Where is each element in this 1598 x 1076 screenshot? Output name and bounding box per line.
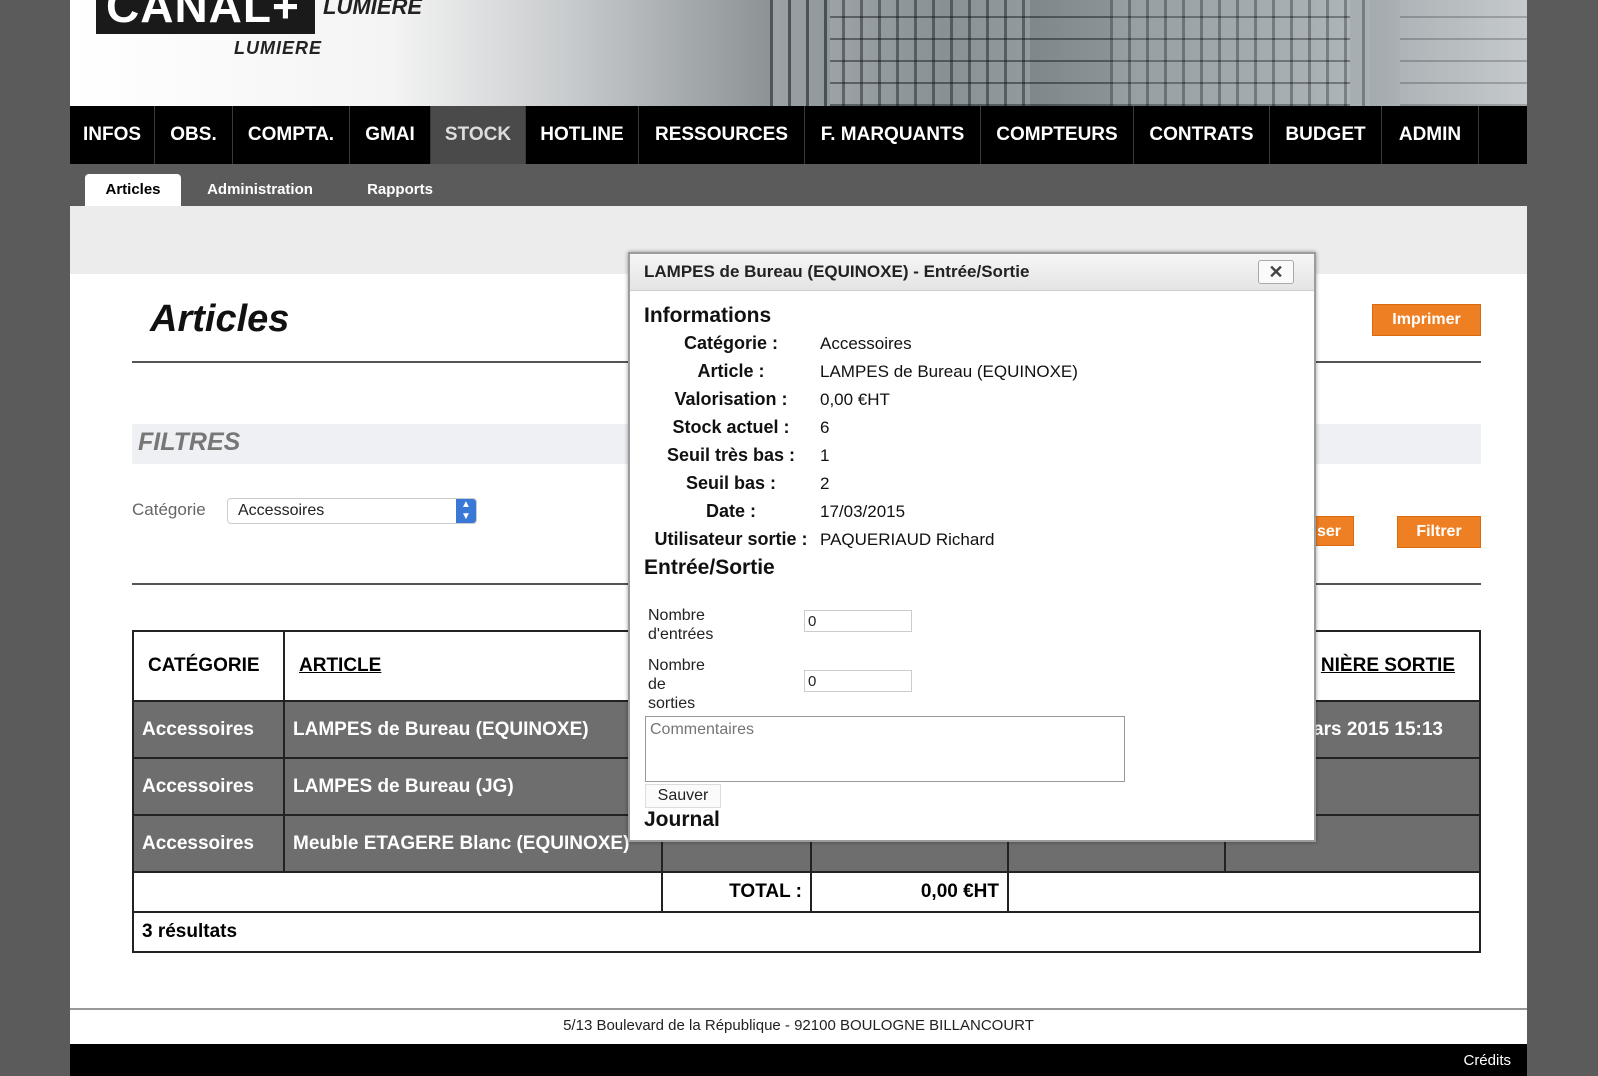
tab-articles[interactable]: Articles: [85, 174, 181, 206]
nav-item-compta[interactable]: COMPTA.: [233, 106, 350, 164]
nav-item-budget[interactable]: BUDGET: [1270, 106, 1382, 164]
results-count-row: 3 résultats: [132, 911, 1481, 953]
info-label-article: Article :: [697, 361, 765, 381]
info-value-article: LAMPES de Bureau (EQUINOXE): [820, 362, 1078, 381]
info-label-date: Date :: [705, 501, 756, 521]
exits-input[interactable]: [804, 670, 912, 692]
column-header-category: CATÉGORIE: [132, 630, 285, 702]
info-label-exit-user: Utilisateur sortie :: [654, 529, 808, 549]
exits-label-line: sorties: [648, 695, 696, 712]
cell-category: Accessoires: [132, 814, 285, 873]
cell-category: Accessoires: [132, 757, 285, 816]
sub-nav: Articles Administration Rapports: [70, 164, 1527, 206]
footer-address: 5/13 Boulevard de la République - 92100 …: [563, 1017, 1034, 1034]
info-label-current-stock: Stock actuel :: [672, 417, 790, 437]
save-button[interactable]: Sauver: [645, 784, 721, 808]
nav-item-obs[interactable]: OBS.: [155, 106, 233, 164]
nav-item-admin[interactable]: ADMIN: [1382, 106, 1479, 164]
nav-item-f-marquants[interactable]: F. MARQUANTS: [805, 106, 981, 164]
entries-input[interactable]: [804, 610, 912, 632]
category-label: Catégorie: [132, 500, 206, 519]
entries-label-line: Nombre: [648, 607, 705, 624]
filters-title: FILTRES: [138, 428, 241, 456]
info-label-valuation: Valorisation :: [674, 389, 788, 409]
close-icon[interactable]: ✕: [1258, 260, 1294, 284]
building-image-part: [1110, 0, 1370, 106]
tab-administration[interactable]: Administration: [190, 174, 330, 206]
select-arrows-icon: ▲ ▼: [456, 499, 476, 523]
section-informations: Informations: [644, 304, 772, 327]
info-value-category: Accessoires: [820, 334, 912, 353]
logo-subtitle-lower: LUMIERE: [234, 38, 322, 58]
total-value: 0,00 €HT: [810, 871, 1009, 913]
nav-item-compteurs[interactable]: COMPTEURS: [981, 106, 1134, 164]
category-select[interactable]: Accessoires ▲ ▼: [227, 498, 477, 524]
logo[interactable]: CANAL+: [96, 0, 315, 34]
page-title: Articles: [150, 298, 290, 340]
info-value-current-stock: 6: [820, 418, 830, 437]
entry-exit-dialog: LAMPES de Bureau (EQUINOXE) - Entrée/Sor…: [628, 252, 1316, 842]
results-count: 3 résultats: [132, 911, 1481, 953]
dialog-header[interactable]: LAMPES de Bureau (EQUINOXE) - Entrée/Sor…: [630, 254, 1314, 291]
exits-label-line: Nombre: [648, 657, 705, 674]
dialog-title: LAMPES de Bureau (EQUINOXE) - Entrée/Sor…: [644, 262, 1030, 281]
footer-bar: [70, 1044, 1527, 1076]
cell-article: Meuble ETAGERE Blanc (EQUINOXE): [283, 814, 663, 873]
section-journal: Journal: [644, 808, 720, 831]
nav-item-gmai[interactable]: GMAI: [350, 106, 431, 164]
main-nav: INFOS OBS. COMPTA. GMAI STOCK HOTLINE RE…: [70, 106, 1527, 164]
nav-item-hotline[interactable]: HOTLINE: [526, 106, 639, 164]
cell-article: LAMPES de Bureau (JG): [283, 757, 663, 816]
exits-label: Nombre de sorties: [648, 656, 705, 713]
category-select-value: Accessoires: [238, 502, 325, 519]
filter-button[interactable]: Filtrer: [1397, 516, 1481, 548]
info-value-very-low-threshold: 1: [820, 446, 830, 465]
cell-article: LAMPES de Bureau (EQUINOXE): [283, 700, 663, 759]
entries-label-line: d'entrées: [648, 626, 714, 643]
print-button[interactable]: Imprimer: [1372, 304, 1481, 336]
cell-category: Accessoires: [132, 700, 285, 759]
column-header-article[interactable]: ARTICLE: [283, 630, 663, 702]
exits-label-line: de: [648, 676, 666, 693]
comments-textarea[interactable]: [645, 716, 1125, 782]
total-spacer-right: [1007, 871, 1481, 913]
info-value-valuation: 0,00 €HT: [820, 390, 890, 409]
total-row: TOTAL : 0,00 €HT: [132, 871, 1481, 913]
footer-divider: [70, 1008, 1527, 1010]
info-value-date: 17/03/2015: [820, 502, 906, 521]
info-label-category: Catégorie :: [683, 333, 779, 353]
section-entry-exit: Entrée/Sortie: [644, 556, 775, 579]
info-label-low-threshold: Seuil bas :: [685, 473, 777, 493]
header-banner: CANAL+ LUMIERE LUMIERE: [70, 0, 1527, 106]
building-image-part: [1400, 0, 1527, 106]
total-label: TOTAL :: [661, 871, 812, 913]
nav-item-contrats[interactable]: CONTRATS: [1134, 106, 1270, 164]
entries-label: Nombre d'entrées: [648, 606, 713, 644]
nav-item-infos[interactable]: INFOS: [70, 106, 155, 164]
total-spacer: [132, 871, 663, 913]
credits-link[interactable]: Crédits: [1463, 1052, 1511, 1069]
nav-item-stock[interactable]: STOCK: [431, 106, 526, 164]
info-value-low-threshold: 2: [820, 474, 830, 493]
info-label-very-low-threshold: Seuil très bas :: [666, 445, 796, 465]
info-value-exit-user: PAQUERIAUD Richard: [820, 530, 995, 549]
nav-item-ressources[interactable]: RESSOURCES: [639, 106, 805, 164]
logo-subtitle: LUMIERE: [323, 0, 422, 19]
tab-rapports[interactable]: Rapports: [345, 174, 455, 206]
